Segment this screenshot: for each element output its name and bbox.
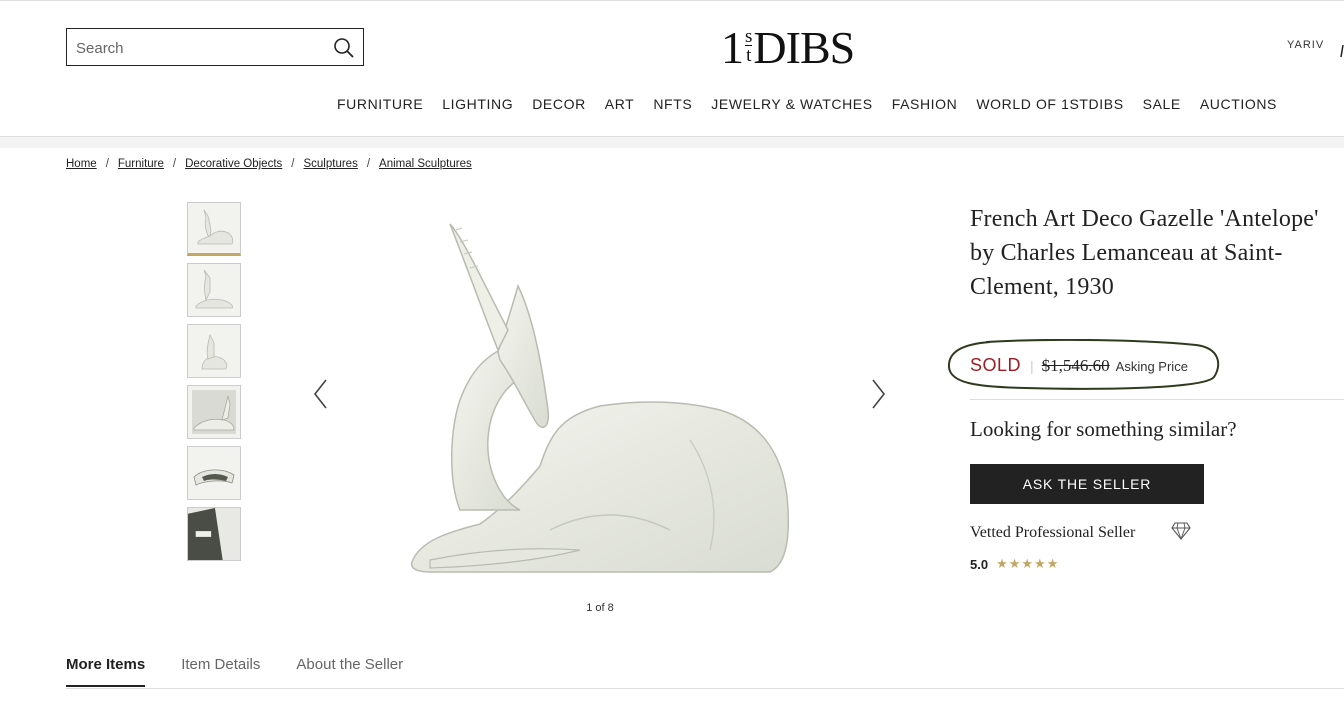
previous-image-arrow[interactable] xyxy=(311,378,331,410)
breadcrumb-separator: / xyxy=(291,158,295,170)
logo-st-bottom: t xyxy=(746,45,752,66)
logo-dibs: DIBS xyxy=(753,22,855,73)
product-main-image[interactable] xyxy=(390,210,810,590)
thumbnail-1[interactable] xyxy=(187,202,241,256)
logo-st: s t xyxy=(745,26,753,66)
nav-auctions[interactable]: AUCTIONS xyxy=(1200,96,1277,112)
diamond-icon[interactable] xyxy=(1171,522,1191,540)
tab-about-the-seller[interactable]: About the Seller xyxy=(296,656,403,687)
similar-prompt: Looking for something similar? xyxy=(970,417,1237,441)
main-nav: FURNITURE LIGHTING DECOR ART NFTS JEWELR… xyxy=(337,96,1277,112)
nav-art[interactable]: ART xyxy=(605,96,635,112)
ask-the-seller-button[interactable]: ASK THE SELLER xyxy=(970,464,1204,504)
thumbnail-6[interactable] xyxy=(187,507,241,561)
breadcrumb-separator: / xyxy=(172,158,177,170)
thumbnail-image xyxy=(201,333,228,370)
thumbnail-4[interactable] xyxy=(187,385,241,439)
thumbnail-2[interactable] xyxy=(187,263,241,317)
breadcrumb: Home / Furniture / Decorative Objects / … xyxy=(66,158,472,170)
thumbnail-image xyxy=(188,508,240,560)
thumbnail-image xyxy=(197,209,234,245)
hand-drawn-circle-annotation xyxy=(947,339,1220,390)
search-box[interactable] xyxy=(66,28,364,66)
nav-jewelry-watches[interactable]: JEWELRY & WATCHES xyxy=(711,96,872,112)
user-account-link[interactable]: YARIV xyxy=(1287,39,1324,51)
vetted-seller-label: Vetted Professional Seller xyxy=(970,524,1136,541)
header-band xyxy=(0,137,1344,148)
tab-item-details[interactable]: Item Details xyxy=(181,656,260,687)
breadcrumb-sculptures[interactable]: Sculptures xyxy=(303,158,357,170)
nav-nfts[interactable]: NFTS xyxy=(653,96,692,112)
star-rating-icon: ★★★★★ xyxy=(996,556,1060,571)
thumbnail-3[interactable] xyxy=(187,324,241,378)
cart-icon-partial[interactable] xyxy=(1339,44,1344,58)
breadcrumb-home[interactable]: Home xyxy=(66,158,97,170)
site-logo[interactable]: 1 s t DIBS xyxy=(721,22,855,73)
nav-decor[interactable]: DECOR xyxy=(532,96,586,112)
seller-rating[interactable]: 5.0 ★★★★★ xyxy=(970,556,1059,572)
top-border xyxy=(0,0,1344,1)
product-tabs: More Items Item Details About the Seller xyxy=(66,656,403,687)
tab-more-items[interactable]: More Items xyxy=(66,656,146,687)
logo-one: 1 xyxy=(721,22,744,73)
breadcrumb-decorative-objects[interactable]: Decorative Objects xyxy=(185,158,282,170)
logo-st-top: s xyxy=(745,26,753,47)
thumbnail-image xyxy=(193,469,235,486)
nav-sale[interactable]: SALE xyxy=(1143,96,1181,112)
breadcrumb-separator: / xyxy=(366,158,371,170)
image-counter: 1 of 8 xyxy=(586,602,614,614)
search-input[interactable] xyxy=(76,38,326,58)
nav-fashion[interactable]: FASHION xyxy=(892,96,958,112)
rating-score: 5.0 xyxy=(970,556,989,572)
nav-world-of-1stdibs[interactable]: WORLD OF 1STDIBS xyxy=(976,96,1123,112)
product-title: French Art Deco Gazelle 'Antelope' by Ch… xyxy=(970,206,1319,300)
info-divider xyxy=(970,399,1344,400)
tabs-divider xyxy=(66,688,1344,689)
nav-lighting[interactable]: LIGHTING xyxy=(442,96,513,112)
thumbnail-image xyxy=(195,269,233,309)
breadcrumb-furniture[interactable]: Furniture xyxy=(118,158,164,170)
thumbnail-5[interactable] xyxy=(187,446,241,500)
next-image-arrow[interactable] xyxy=(868,378,888,410)
nav-furniture[interactable]: FURNITURE xyxy=(337,96,423,112)
breadcrumb-separator: / xyxy=(105,158,109,170)
thumbnail-image xyxy=(192,390,236,434)
breadcrumb-animal-sculptures[interactable]: Animal Sculptures xyxy=(379,158,472,170)
search-icon[interactable] xyxy=(333,37,355,59)
thumbnail-strip xyxy=(187,202,241,561)
